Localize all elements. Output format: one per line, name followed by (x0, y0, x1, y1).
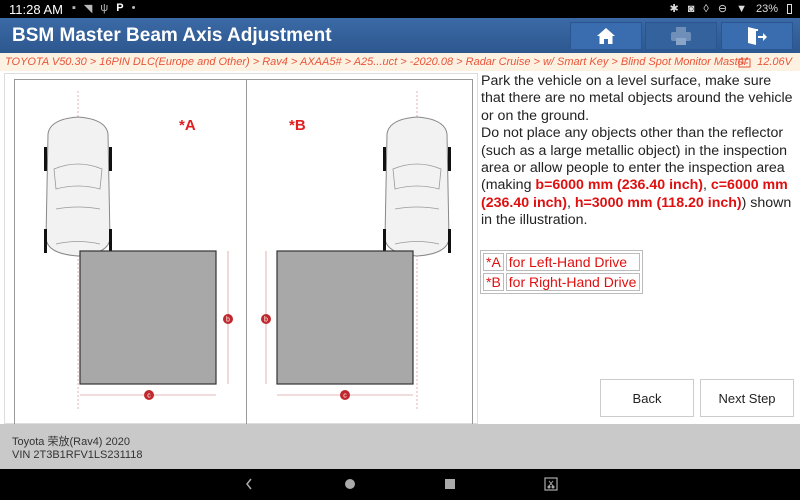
home-nav-icon[interactable] (343, 477, 357, 491)
back-nav-icon[interactable] (244, 477, 254, 491)
legend-row: *B for Right-Hand Drive (483, 273, 640, 291)
vehicle-name: Toyota 荣放(Rav4) 2020 (12, 436, 130, 448)
exit-icon (748, 27, 767, 45)
breadcrumb: TOYOTA V50.30 > 16PIN DLC(Europe and Oth… (0, 53, 800, 71)
dot-icon: • (131, 2, 136, 14)
home-button[interactable] (570, 22, 642, 50)
status-bar: 11:28 AM ▪ ◥ ψ P • ✱ ◙ ◊ ⊖ ▼ 23% (0, 0, 800, 18)
inspection-area-a (79, 250, 217, 385)
dim-c-label-b: c (343, 393, 347, 400)
inspection-area-b (276, 250, 414, 385)
back-button[interactable]: Back (600, 379, 694, 417)
exit-button[interactable] (721, 22, 793, 50)
legend-value: for Right-Hand Drive (505, 273, 640, 291)
dimension-b: b=6000 mm (236.40 inch) (535, 177, 703, 194)
next-step-button[interactable]: Next Step (700, 379, 794, 417)
legend-value: for Left-Hand Drive (505, 253, 640, 271)
dim-c-label-a: c (147, 393, 151, 400)
panel-a-label: *A (179, 117, 196, 134)
recents-nav-icon[interactable] (443, 477, 457, 491)
illustration: b c *A b c *B (4, 73, 478, 425)
screenshot-icon[interactable] (544, 477, 558, 491)
print-button[interactable] (645, 22, 717, 50)
dim-b-label-a: b (226, 317, 230, 324)
clock: 11:28 AM (9, 2, 63, 17)
car-a (44, 116, 112, 257)
legend-key: *A (483, 253, 504, 271)
title-bar: BSM Master Beam Axis Adjustment (0, 18, 800, 53)
instruction-paragraph-2: Do not place any objects other than the … (481, 125, 792, 229)
breadcrumb-path: TOYOTA V50.30 > 16PIN DLC(Europe and Oth… (5, 56, 748, 68)
usb-icon: ψ (100, 2, 109, 14)
dim-b-label-b: b (264, 317, 268, 324)
vehicle-info-footer: Toyota 荣放(Rav4) 2020 VIN 2T3B1RFV1LS2311… (0, 424, 800, 469)
panel-a-drawing: b c (44, 91, 233, 409)
legend-table: *A for Left-Hand Drive *B for Right-Hand… (480, 250, 643, 294)
legend-row: *A for Left-Hand Drive (483, 253, 640, 271)
android-nav-bar (0, 469, 800, 500)
car-b (383, 116, 451, 257)
instructions-text: Park the vehicle on a level surface, mak… (481, 73, 797, 230)
battery-icon (787, 3, 792, 14)
vibrate-icon: ◙ (687, 2, 695, 15)
panel-b-drawing: b c (261, 91, 451, 409)
wifi-icon: ▼ (736, 2, 747, 15)
wifi-off-icon: ◥ (83, 3, 93, 15)
bluetooth-icon: ✱ (669, 3, 679, 15)
image-icon: ▪ (72, 2, 76, 14)
home-icon (597, 28, 615, 44)
vin: VIN 2T3B1RFV1LS231118 (12, 449, 143, 461)
panel-b-label: *B (289, 117, 306, 134)
content-area: b c *A b c *B Park the vehicle on a leve… (0, 71, 800, 425)
page-title: BSM Master Beam Axis Adjustment (12, 25, 332, 46)
parking-icon: P (116, 2, 124, 14)
location-icon: ◊ (703, 2, 709, 15)
printer-icon (671, 27, 691, 45)
battery-voltage-icon (738, 57, 751, 67)
battery-percent: 23% (755, 2, 778, 15)
dimension-h: h=3000 mm (118.20 inch) (574, 194, 742, 211)
dnd-icon: ⊖ (717, 3, 728, 15)
instruction-paragraph-1: Park the vehicle on a level surface, mak… (481, 73, 793, 124)
legend-key: *B (483, 273, 504, 291)
voltage-value: 12.06V (757, 56, 792, 68)
